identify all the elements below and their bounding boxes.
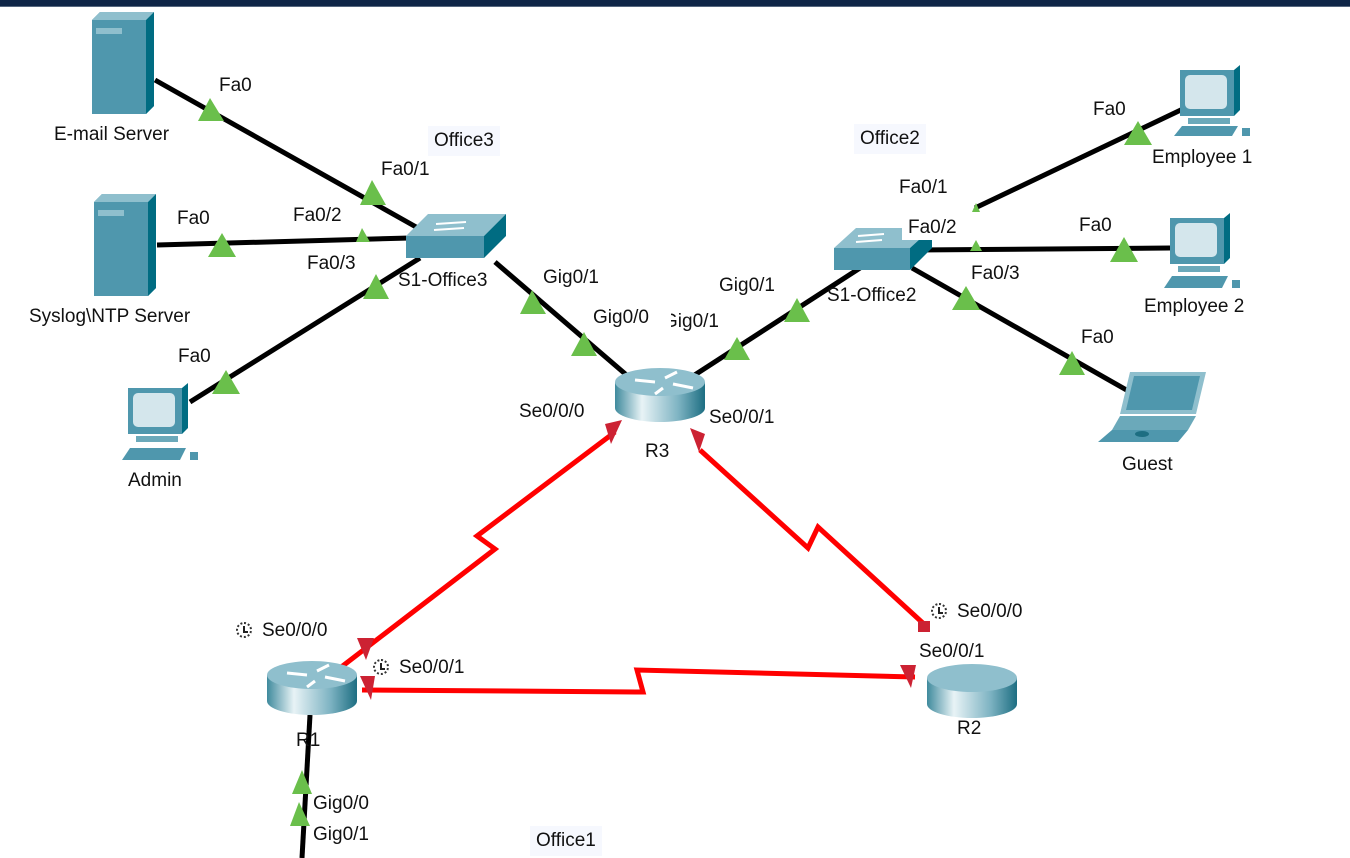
port-label-s3-gig0-1: Gig0/1 <box>543 267 599 288</box>
serial-port-icon <box>357 638 374 660</box>
admin-pc-icon[interactable] <box>122 383 198 460</box>
employee1-pc-icon[interactable] <box>1174 65 1250 136</box>
port-label-s2-fa0-1: Fa0/1 <box>899 177 948 198</box>
port-label-s2-fa0-3: Fa0/3 <box>971 263 1020 284</box>
r2-router-icon[interactable] <box>927 664 1017 718</box>
port-up-icon <box>198 98 224 121</box>
link-r3-r2-serial[interactable] <box>698 448 927 627</box>
port-label-s2-gig0-1: Gig0/1 <box>719 275 775 296</box>
serial-links <box>338 430 927 695</box>
area-label-office2[interactable]: Office2 <box>854 124 926 154</box>
port-label-r3-gig0-0: Gig0/0 <box>593 307 649 328</box>
area-label-office1[interactable]: Office1 <box>530 826 602 856</box>
port-label-r3-se0-0-0: Se0/0/0 <box>519 401 585 422</box>
port-label-s2-fa0-2: Fa0/2 <box>902 216 963 240</box>
port-up-icon <box>970 240 982 251</box>
employee2-pc-icon[interactable] <box>1164 213 1240 288</box>
device-label-r3: R3 <box>645 441 670 462</box>
port-up-icon <box>952 286 980 310</box>
link-syslog-s1office3[interactable] <box>156 235 411 248</box>
clock-icon <box>373 659 389 675</box>
device-label-employee2: Employee 2 <box>1144 296 1245 317</box>
syslog-server-icon[interactable] <box>94 194 156 296</box>
device-label-admin: Admin <box>128 470 182 491</box>
device-label-employee1: Employee 1 <box>1152 147 1253 168</box>
port-label-r3-gig0-1: Gig0/1 <box>663 311 719 333</box>
port-label-r3-se0-0-1: Se0/0/1 <box>709 407 775 428</box>
port-label-r2-se0-0-1: Se0/0/1 <box>916 641 993 663</box>
device-label-email-server: E-mail Server <box>54 124 170 145</box>
link-s1office2-employee2[interactable] <box>914 245 1171 253</box>
serial-port-icon <box>690 428 705 452</box>
area-label-office3[interactable]: Office3 <box>428 126 500 156</box>
port-label-r1-gig0-1: Gig0/1 <box>313 824 369 845</box>
r1-router-icon[interactable] <box>267 661 357 715</box>
port-label-employee2-fa0: Fa0 <box>1079 215 1112 236</box>
serial-port-icon <box>918 621 930 632</box>
port-label-r2-se0-0-0: Se0/0/0 <box>931 601 1023 623</box>
port-label-email-fa0: Fa0 <box>219 75 252 96</box>
port-label-text: Se0/0/1 <box>399 657 465 678</box>
device-label-r2: R2 <box>957 718 982 739</box>
device-label-syslog-server: Syslog\NTP Server <box>29 306 191 327</box>
device-label-s1-office3: S1-Office3 <box>398 270 488 291</box>
port-label-s3-fa0-2: Fa0/2 <box>293 205 342 226</box>
port-up-icon <box>356 228 370 242</box>
port-label-s3-fa0-3: Fa0/3 <box>307 253 356 274</box>
device-label-r1: R1 <box>296 730 321 751</box>
link-r1-r3-serial[interactable] <box>338 430 617 670</box>
port-label-text: Se0/0/0 <box>957 601 1023 622</box>
email-server-icon[interactable] <box>92 12 154 114</box>
port-label-admin-fa0: Fa0 <box>178 346 211 367</box>
port-label-r1-se0-0-0: Se0/0/0 <box>236 620 328 642</box>
r3-router-icon[interactable] <box>615 368 705 422</box>
s1-office3-switch-icon[interactable] <box>406 214 506 258</box>
port-label-employee1-fa0: Fa0 <box>1093 99 1126 120</box>
port-label-text: Se0/0/0 <box>262 620 328 641</box>
port-label-r1-se0-0-1: Se0/0/1 <box>373 657 465 679</box>
port-label-syslog-fa0: Fa0 <box>177 208 210 229</box>
clock-icon <box>931 603 947 619</box>
port-up-icon <box>360 180 386 205</box>
topology-canvas[interactable] <box>0 0 1350 858</box>
device-label-s1-office2: S1-Office2 <box>827 285 917 306</box>
port-label-s3-fa0-1: Fa0/1 <box>381 159 430 180</box>
port-label-guest-fa0: Fa0 <box>1081 327 1114 348</box>
clock-icon <box>236 622 252 638</box>
port-label-r1-gig0-0: Gig0/0 <box>313 793 373 815</box>
device-label-guest: Guest <box>1122 454 1173 475</box>
